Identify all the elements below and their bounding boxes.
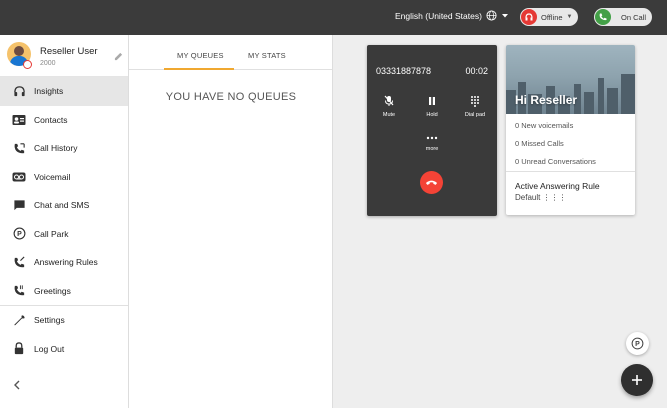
sidebar: Reseller User 2000 Insights Contacts Cal… (0, 35, 129, 408)
mute-button[interactable]: Mute (374, 95, 404, 118)
sidebar-item-label: Call Park (34, 228, 69, 239)
presence-status-label: Offline (541, 12, 563, 22)
call-status-label: On Call (621, 12, 647, 22)
hold-label: Hold (426, 112, 438, 118)
stats-list: 0 New voicemails 0 Missed Calls 0 Unread… (506, 114, 635, 172)
offline-status-icon (521, 9, 537, 25)
answering-rules-icon (12, 255, 26, 269)
park-icon: P (631, 337, 644, 350)
greetings-icon (12, 284, 26, 298)
user-name: Reseller User (40, 46, 98, 57)
wrench-icon (12, 313, 26, 327)
sidebar-item-label: Chat and SMS (34, 200, 90, 211)
tab-my-queues[interactable]: MY QUEUES (177, 51, 224, 60)
pencil-icon[interactable] (114, 52, 123, 61)
call-history-icon (12, 141, 26, 155)
plus-icon (632, 375, 642, 385)
welcome-card: Hi Reseller 0 New voicemails 0 Missed Ca… (506, 45, 635, 215)
park-icon: P (12, 227, 26, 241)
top-bar: English (United States) Offline ▼ On Cal… (0, 0, 667, 35)
more-dots-icon (426, 136, 438, 140)
answering-rule-title: Active Answering Rule (515, 181, 600, 191)
chevron-down-icon: ▼ (566, 14, 573, 20)
answering-rule-value[interactable]: Default ⋮⋮⋮ (506, 193, 635, 202)
language-label: English (United States) (395, 10, 482, 21)
sidebar-item-label: Greetings (34, 285, 71, 296)
sidebar-item-greetings[interactable]: Greetings (0, 277, 128, 306)
sidebar-item-label: Insights (34, 86, 64, 97)
sidebar-item-label: Voicemail (34, 171, 71, 182)
queues-panel: MY QUEUES MY STATS YOU HAVE NO QUEUES (129, 35, 333, 408)
sidebar-item-contacts[interactable]: Contacts (0, 106, 128, 135)
sidebar-item-answering-rules[interactable]: Answering Rules (0, 248, 128, 277)
tab-my-stats[interactable]: MY STATS (248, 51, 286, 60)
sidebar-item-settings[interactable]: Settings (0, 306, 128, 335)
status-badge (23, 60, 32, 69)
hangup-icon (425, 180, 438, 185)
contact-card-icon (12, 113, 26, 127)
active-tab-indicator (164, 68, 234, 70)
mic-off-icon (384, 95, 394, 106)
chevron-down-icon (501, 13, 508, 17)
call-number: 03331887878 (376, 66, 432, 76)
chat-icon (12, 198, 26, 212)
sidebar-item-label: Contacts (34, 114, 68, 125)
greeting-text: Hi Reseller (515, 93, 578, 107)
sidebar-item-label: Answering Rules (34, 257, 98, 268)
presence-status-dropdown[interactable]: Offline ▼ (520, 8, 578, 26)
globe-icon (486, 10, 497, 21)
active-call-card: 03331887878 00:02 Mute Hold Dial pad mor… (367, 45, 497, 216)
more-label: more (425, 146, 439, 152)
sidebar-item-call-history[interactable]: Call History (0, 134, 128, 163)
headset-icon (12, 84, 26, 98)
more-button[interactable]: more (417, 135, 447, 152)
sidebar-item-call-park[interactable]: P Call Park (0, 220, 128, 249)
language-selector[interactable]: English (United States) (395, 10, 509, 21)
mute-label: Mute (382, 112, 396, 118)
phone-icon (595, 9, 611, 25)
call-timer: 00:02 (465, 66, 488, 76)
user-profile[interactable]: Reseller User 2000 (0, 35, 128, 77)
sidebar-item-voicemail[interactable]: Voicemail (0, 163, 128, 192)
pause-icon (429, 97, 435, 105)
sidebar-item-logout[interactable]: Log Out (0, 335, 128, 364)
hold-button[interactable]: Hold (417, 95, 447, 118)
svg-text:P: P (17, 231, 22, 238)
missed-calls-count[interactable]: 0 Missed Calls (506, 135, 635, 153)
empty-queues-message: YOU HAVE NO QUEUES (165, 91, 297, 103)
hangup-button[interactable] (420, 171, 443, 194)
sidebar-item-chat[interactable]: Chat and SMS (0, 191, 128, 220)
dialpad-icon (471, 96, 479, 107)
add-button[interactable] (621, 364, 653, 396)
dialpad-button[interactable]: Dial pad (460, 95, 490, 118)
city-banner-image: Hi Reseller (506, 45, 635, 114)
dialpad-label: Dial pad (464, 112, 486, 118)
call-park-fab[interactable]: P (626, 332, 649, 355)
sidebar-item-label: Log Out (34, 343, 65, 354)
sidebar-item-insights[interactable]: Insights (0, 77, 128, 106)
lock-icon (12, 342, 26, 356)
call-status-indicator[interactable]: On Call (594, 8, 652, 26)
chevron-left-icon[interactable] (13, 380, 21, 390)
user-extension: 2000 (40, 60, 56, 67)
sidebar-item-label: Call History (34, 143, 78, 154)
queues-tabs: MY QUEUES MY STATS (129, 35, 332, 70)
sidebar-item-label: Settings (34, 315, 65, 326)
voicemail-icon (12, 170, 26, 184)
svg-text:P: P (635, 341, 640, 348)
unread-conversations-count[interactable]: 0 Unread Conversations (506, 153, 635, 171)
new-voicemails-count[interactable]: 0 New voicemails (506, 117, 635, 135)
